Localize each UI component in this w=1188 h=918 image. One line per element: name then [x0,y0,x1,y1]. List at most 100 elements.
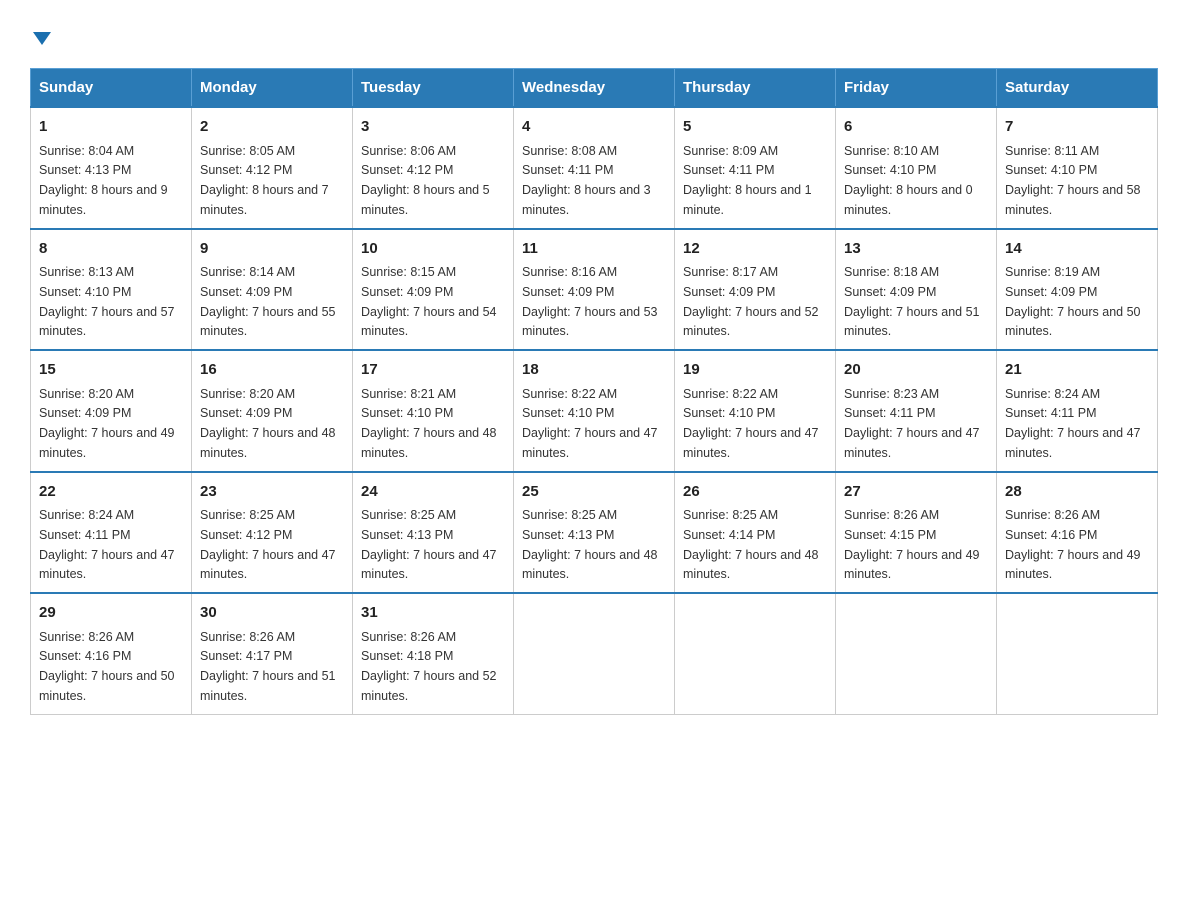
day-cell: 13 Sunrise: 8:18 AMSunset: 4:09 PMDaylig… [836,229,997,351]
day-info: Sunrise: 8:16 AMSunset: 4:09 PMDaylight:… [522,265,658,338]
day-number: 18 [522,359,666,382]
day-info: Sunrise: 8:25 AMSunset: 4:12 PMDaylight:… [200,508,336,581]
day-number: 21 [1005,359,1149,382]
day-info: Sunrise: 8:22 AMSunset: 4:10 PMDaylight:… [683,387,819,460]
day-info: Sunrise: 8:22 AMSunset: 4:10 PMDaylight:… [522,387,658,460]
day-number: 24 [361,481,505,504]
day-cell: 18 Sunrise: 8:22 AMSunset: 4:10 PMDaylig… [514,350,675,472]
day-info: Sunrise: 8:11 AMSunset: 4:10 PMDaylight:… [1005,144,1141,217]
day-info: Sunrise: 8:24 AMSunset: 4:11 PMDaylight:… [1005,387,1141,460]
day-info: Sunrise: 8:15 AMSunset: 4:09 PMDaylight:… [361,265,497,338]
day-cell: 19 Sunrise: 8:22 AMSunset: 4:10 PMDaylig… [675,350,836,472]
day-number: 1 [39,116,183,139]
day-number: 26 [683,481,827,504]
day-cell: 28 Sunrise: 8:26 AMSunset: 4:16 PMDaylig… [997,472,1158,594]
day-cell [514,593,675,714]
logo-triangle-icon [33,32,51,45]
day-number: 25 [522,481,666,504]
calendar-table: SundayMondayTuesdayWednesdayThursdayFrid… [30,68,1158,715]
day-info: Sunrise: 8:26 AMSunset: 4:16 PMDaylight:… [39,630,175,703]
calendar-header: SundayMondayTuesdayWednesdayThursdayFrid… [31,69,1158,108]
week-row-5: 29 Sunrise: 8:26 AMSunset: 4:16 PMDaylig… [31,593,1158,714]
day-number: 28 [1005,481,1149,504]
header-cell-monday: Monday [192,69,353,108]
day-number: 20 [844,359,988,382]
day-number: 4 [522,116,666,139]
day-cell: 27 Sunrise: 8:26 AMSunset: 4:15 PMDaylig… [836,472,997,594]
day-info: Sunrise: 8:06 AMSunset: 4:12 PMDaylight:… [361,144,490,217]
day-number: 12 [683,238,827,261]
day-number: 27 [844,481,988,504]
day-number: 30 [200,602,344,625]
calendar-body: 1 Sunrise: 8:04 AMSunset: 4:13 PMDayligh… [31,107,1158,714]
header-cell-friday: Friday [836,69,997,108]
day-cell: 4 Sunrise: 8:08 AMSunset: 4:11 PMDayligh… [514,107,675,229]
day-info: Sunrise: 8:10 AMSunset: 4:10 PMDaylight:… [844,144,973,217]
header-cell-wednesday: Wednesday [514,69,675,108]
day-number: 2 [200,116,344,139]
day-info: Sunrise: 8:05 AMSunset: 4:12 PMDaylight:… [200,144,329,217]
week-row-1: 1 Sunrise: 8:04 AMSunset: 4:13 PMDayligh… [31,107,1158,229]
day-cell: 7 Sunrise: 8:11 AMSunset: 4:10 PMDayligh… [997,107,1158,229]
day-cell [997,593,1158,714]
day-number: 31 [361,602,505,625]
day-cell: 22 Sunrise: 8:24 AMSunset: 4:11 PMDaylig… [31,472,192,594]
day-info: Sunrise: 8:23 AMSunset: 4:11 PMDaylight:… [844,387,980,460]
day-cell: 30 Sunrise: 8:26 AMSunset: 4:17 PMDaylig… [192,593,353,714]
day-info: Sunrise: 8:25 AMSunset: 4:13 PMDaylight:… [361,508,497,581]
day-number: 16 [200,359,344,382]
day-info: Sunrise: 8:14 AMSunset: 4:09 PMDaylight:… [200,265,336,338]
logo-general [30,20,51,48]
day-cell: 9 Sunrise: 8:14 AMSunset: 4:09 PMDayligh… [192,229,353,351]
page-header [30,20,1158,48]
day-cell: 29 Sunrise: 8:26 AMSunset: 4:16 PMDaylig… [31,593,192,714]
day-info: Sunrise: 8:24 AMSunset: 4:11 PMDaylight:… [39,508,175,581]
day-cell: 16 Sunrise: 8:20 AMSunset: 4:09 PMDaylig… [192,350,353,472]
day-info: Sunrise: 8:17 AMSunset: 4:09 PMDaylight:… [683,265,819,338]
day-cell: 23 Sunrise: 8:25 AMSunset: 4:12 PMDaylig… [192,472,353,594]
header-row: SundayMondayTuesdayWednesdayThursdayFrid… [31,69,1158,108]
day-number: 7 [1005,116,1149,139]
day-info: Sunrise: 8:18 AMSunset: 4:09 PMDaylight:… [844,265,980,338]
day-cell: 17 Sunrise: 8:21 AMSunset: 4:10 PMDaylig… [353,350,514,472]
day-cell: 6 Sunrise: 8:10 AMSunset: 4:10 PMDayligh… [836,107,997,229]
day-number: 14 [1005,238,1149,261]
day-number: 23 [200,481,344,504]
day-cell: 12 Sunrise: 8:17 AMSunset: 4:09 PMDaylig… [675,229,836,351]
day-cell: 26 Sunrise: 8:25 AMSunset: 4:14 PMDaylig… [675,472,836,594]
header-cell-sunday: Sunday [31,69,192,108]
day-number: 11 [522,238,666,261]
day-info: Sunrise: 8:20 AMSunset: 4:09 PMDaylight:… [39,387,175,460]
day-info: Sunrise: 8:20 AMSunset: 4:09 PMDaylight:… [200,387,336,460]
day-cell: 24 Sunrise: 8:25 AMSunset: 4:13 PMDaylig… [353,472,514,594]
day-number: 17 [361,359,505,382]
day-number: 19 [683,359,827,382]
day-cell: 3 Sunrise: 8:06 AMSunset: 4:12 PMDayligh… [353,107,514,229]
day-number: 6 [844,116,988,139]
day-cell: 25 Sunrise: 8:25 AMSunset: 4:13 PMDaylig… [514,472,675,594]
day-info: Sunrise: 8:21 AMSunset: 4:10 PMDaylight:… [361,387,497,460]
day-info: Sunrise: 8:19 AMSunset: 4:09 PMDaylight:… [1005,265,1141,338]
header-cell-thursday: Thursday [675,69,836,108]
day-cell: 14 Sunrise: 8:19 AMSunset: 4:09 PMDaylig… [997,229,1158,351]
day-info: Sunrise: 8:25 AMSunset: 4:13 PMDaylight:… [522,508,658,581]
day-cell: 8 Sunrise: 8:13 AMSunset: 4:10 PMDayligh… [31,229,192,351]
day-number: 29 [39,602,183,625]
week-row-3: 15 Sunrise: 8:20 AMSunset: 4:09 PMDaylig… [31,350,1158,472]
day-info: Sunrise: 8:04 AMSunset: 4:13 PMDaylight:… [39,144,168,217]
day-cell: 2 Sunrise: 8:05 AMSunset: 4:12 PMDayligh… [192,107,353,229]
day-info: Sunrise: 8:26 AMSunset: 4:17 PMDaylight:… [200,630,336,703]
week-row-4: 22 Sunrise: 8:24 AMSunset: 4:11 PMDaylig… [31,472,1158,594]
day-info: Sunrise: 8:08 AMSunset: 4:11 PMDaylight:… [522,144,651,217]
day-info: Sunrise: 8:13 AMSunset: 4:10 PMDaylight:… [39,265,175,338]
day-cell: 15 Sunrise: 8:20 AMSunset: 4:09 PMDaylig… [31,350,192,472]
day-number: 15 [39,359,183,382]
day-number: 22 [39,481,183,504]
day-number: 10 [361,238,505,261]
day-info: Sunrise: 8:26 AMSunset: 4:18 PMDaylight:… [361,630,497,703]
week-row-2: 8 Sunrise: 8:13 AMSunset: 4:10 PMDayligh… [31,229,1158,351]
day-info: Sunrise: 8:09 AMSunset: 4:11 PMDaylight:… [683,144,812,217]
day-cell: 5 Sunrise: 8:09 AMSunset: 4:11 PMDayligh… [675,107,836,229]
day-number: 13 [844,238,988,261]
day-cell [675,593,836,714]
